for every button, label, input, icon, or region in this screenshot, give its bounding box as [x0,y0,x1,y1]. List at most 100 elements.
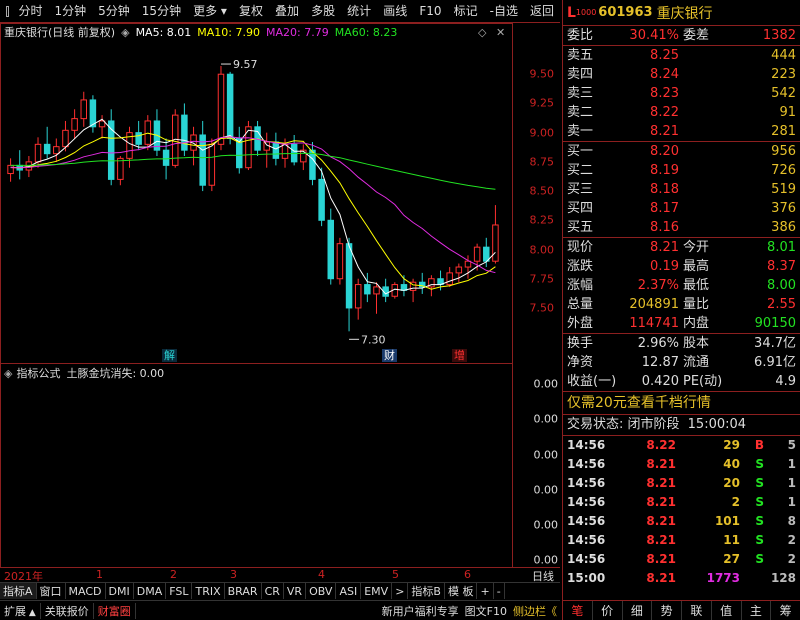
candle-body [80,99,88,120]
tab-more[interactable]: 更多 ▾ [187,0,233,23]
tab-indicator-a[interactable]: 指标A [0,583,37,599]
tab-indicator-b[interactable]: 指标B [408,583,445,599]
tab-expand[interactable]: 扩展 ▲ [0,602,41,619]
tick-row: 14:56 8.21 27 S 2 [563,550,800,569]
tick-list[interactable]: 14:56 8.22 29 B 5 14:56 8.21 40 S 1 14:56 8.21 20 S 1 1… [563,436,800,588]
tick-volume: 40 [723,457,740,471]
candle-body [7,164,14,175]
tick-price: 8.21 [646,457,676,471]
tick-count: 2 [787,533,796,547]
sidebar-toggle-link[interactable]: 侧边栏《 [510,603,560,619]
tick-time: 14:56 [567,533,606,547]
level2-promo-link[interactable]: 仅需20元查看千档行情 [563,392,800,414]
tab-dmi[interactable]: DMI [106,583,134,599]
tab-window[interactable]: 窗口 [37,583,66,599]
tab-5min[interactable]: 5分钟 [92,0,136,23]
tab-cr[interactable]: CR [262,583,284,599]
tick-price: 8.21 [646,495,676,509]
candle-body [483,246,490,262]
tab-trend[interactable]: 势 [652,601,682,620]
ask-row[interactable]: 卖五 8.25 444 [563,46,800,65]
level-sub: 1000 [575,8,597,17]
tick-row: 14:56 8.21 11 S 2 [563,531,800,550]
bid-row[interactable]: 买四 8.17 376 [563,199,800,218]
tick-time: 14:56 [567,514,606,528]
price-stats: 现价 8.21 今开 8.01 涨跌 0.19 最高 8.37 涨幅 2.37% 最低 8.00 … [563,238,800,333]
tab-vr[interactable]: VR [284,583,307,599]
indicator-legend: ◈ 指标公式 土豚金坑消失: 0.00 [0,363,512,383]
remove-favorite-button[interactable]: -自选 [484,0,524,23]
draw-line-button[interactable]: 画线 [377,0,413,23]
tab-chips[interactable]: 筹 [771,601,800,620]
tab-price[interactable]: 价 [593,601,623,620]
mark-button[interactable]: 标记 [448,0,484,23]
tick-volume: 1773 [706,571,740,585]
bid-row[interactable]: 买二 8.19 726 [563,161,800,180]
tick-direction: S [755,476,764,490]
tab-intraday[interactable]: 分时 [13,0,49,23]
event-marker-unlock[interactable]: 解 [162,349,177,362]
tab-brar[interactable]: BRAR [225,583,262,599]
new-user-promo-link[interactable]: 新用户福利专享 [379,603,462,619]
tab-value[interactable]: 值 [712,601,742,620]
ask-book: 卖五 8.25 444 卖四 8.24 223 卖三 8.23 542 卖二 8.22 91 卖… [563,46,800,141]
bid-row[interactable]: 买五 8.16 386 [563,218,800,237]
event-marker-increase[interactable]: 增 [452,349,467,362]
tab-wealth-circle[interactable]: 财富圈 [94,602,136,619]
bottom-status-bar: 扩展 ▲ 关联报价 财富圈 新用户福利专享 图文F10 侧边栏《 [0,600,560,620]
tab-fsl[interactable]: FSL [166,583,193,599]
price-tick-label: 9.00 [529,126,555,140]
tab-detail[interactable]: 细 [623,601,653,620]
candle-body [272,141,280,159]
tab-dma[interactable]: DMA [134,583,167,599]
tick-time: 14:56 [567,457,606,471]
tab-trades[interactable]: 笔 [563,601,593,620]
quote-header: L 1000 601963 重庆银行 [563,0,800,26]
tab-template[interactable]: 模 板 [445,583,478,599]
tab-15min[interactable]: 15分钟 [136,0,187,23]
tab-emv[interactable]: EMV [361,583,393,599]
f10-graphic-link[interactable]: 图文F10 [462,603,510,619]
tick-direction: S [755,514,764,528]
overlay-button[interactable]: 叠加 [269,0,305,23]
ask-row[interactable]: 卖四 8.24 223 [563,65,800,84]
ask-row[interactable]: 卖一 8.21 281 [563,122,800,141]
tab-trix[interactable]: TRIX [192,583,225,599]
legend-ma20: MA20: 7.79 [266,25,329,39]
tab-main[interactable]: 主 [742,601,772,620]
f10-button[interactable]: F10 [413,0,447,23]
event-marker-report[interactable]: 财 [382,349,397,362]
add-window-button[interactable]: + [477,583,494,599]
candlestick-chart[interactable]: 9.57 7.30 [0,23,512,363]
tab-related[interactable]: 联 [682,601,712,620]
more-indicators-arrow-icon[interactable]: > [392,583,409,599]
multi-stock-button[interactable]: 多股 [305,0,341,23]
back-button[interactable]: 返回 [524,0,560,23]
tab-macd[interactable]: MACD [66,583,106,599]
quote-bottom-tabs: 笔 价 细 势 联 值 主 筹 [563,600,800,620]
tick-volume: 27 [723,552,740,566]
tick-count: 1 [787,457,796,471]
tick-price: 8.22 [646,438,676,452]
ask-row[interactable]: 卖二 8.22 91 [563,103,800,122]
indicator-menu-icon[interactable]: ◈ [4,367,12,380]
diamond-icon[interactable]: ◇ [478,26,486,39]
statistics-button[interactable]: 统计 [341,0,377,23]
adjust-button[interactable]: 复权 [233,0,269,23]
candle-body [455,266,463,274]
collapse-toggle-icon[interactable] [6,5,9,17]
close-icon[interactable]: ✕ [496,26,505,39]
bid-row[interactable]: 买三 8.18 519 [563,180,800,199]
tick-count: 128 [770,571,796,585]
candle-body [327,219,335,280]
tick-row: 14:56 8.21 40 S 1 [563,455,800,474]
tab-obv[interactable]: OBV [306,583,337,599]
tab-asi[interactable]: ASI [336,583,362,599]
ask-row[interactable]: 卖三 8.23 542 [563,84,800,103]
tab-1min[interactable]: 1分钟 [49,0,93,23]
ma20-line [10,136,496,274]
tab-related-quotes[interactable]: 关联报价 [41,602,94,619]
remove-window-button[interactable]: - [494,583,505,599]
settings-chevron-icon[interactable]: ◈ [121,26,129,39]
bid-row[interactable]: 买一 8.20 956 [563,142,800,161]
